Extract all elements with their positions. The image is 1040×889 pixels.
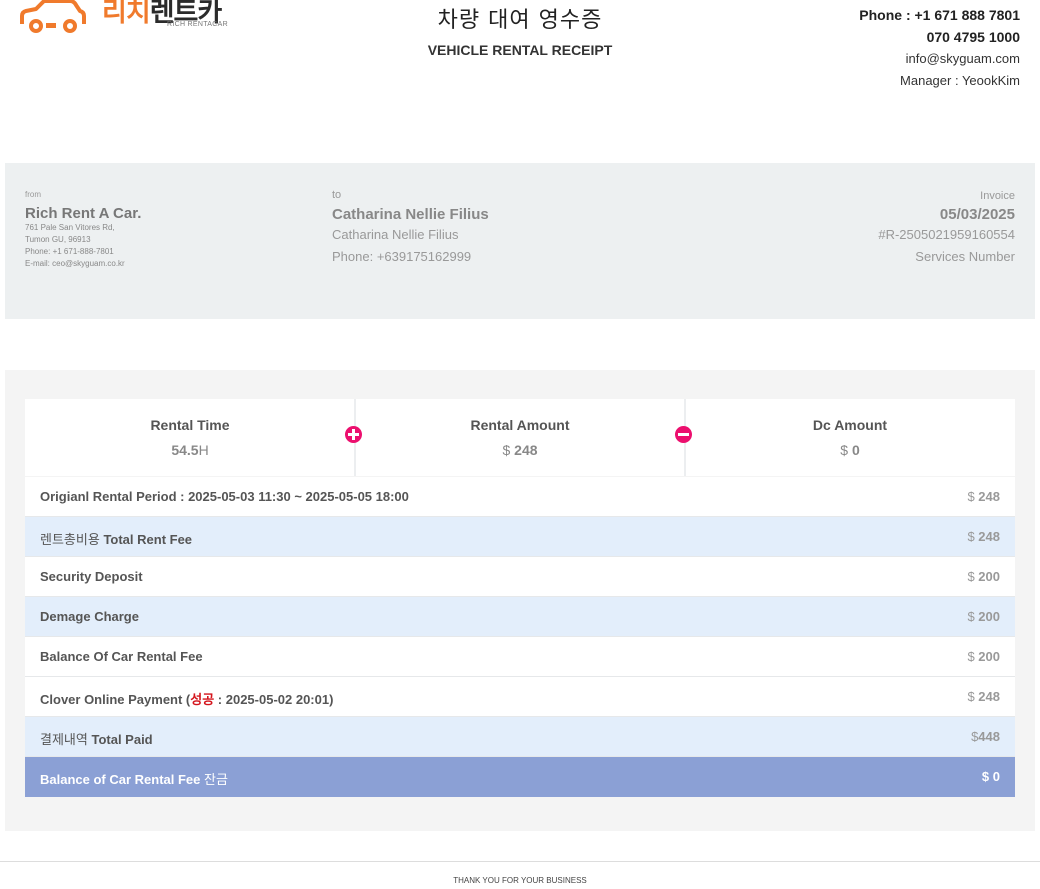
stat-label: Rental Amount: [470, 417, 570, 433]
row-amount: $ 0: [982, 769, 1000, 784]
company-logo: 리치렌트카 RICH RENTACAR: [18, 0, 238, 44]
stat-value-number: 0: [851, 442, 860, 458]
receipt-header: 리치렌트카 RICH RENTACAR 차량 대여 영수증 VEHICLE RE…: [0, 0, 1040, 120]
row-balance-due: Balance of Car Rental Fee 잔금 $ 0: [25, 757, 1015, 797]
stat-value-number: 54.5: [171, 442, 199, 458]
row-label-korean: 렌트총비용: [40, 533, 100, 548]
row-amount-number: 248: [978, 489, 1000, 504]
stat-dc-amount: Dc Amount $ 0: [685, 399, 1015, 476]
row-amount-currency: $: [967, 649, 975, 664]
row-label-korean: 결제내역: [40, 733, 88, 748]
row-label: Balance Of Car Rental Fee: [40, 649, 203, 664]
receipt-summary-panel: Rental Time 54.5H Rental Amount $ 248 Dc…: [5, 370, 1035, 831]
row-security-deposit: Security Deposit $ 200: [25, 557, 1015, 597]
stat-rental-time: Rental Time 54.5H: [25, 399, 355, 476]
stat-value: 54.5H: [25, 442, 355, 458]
row-amount: $ 248: [967, 529, 1000, 544]
payment-status: 성공: [190, 693, 215, 708]
title-korean: 차량 대여 영수증: [437, 8, 603, 33]
row-amount-currency: $: [967, 569, 975, 584]
stat-label: Dc Amount: [812, 417, 888, 433]
row-label: 결제내역 Total Paid: [40, 729, 153, 748]
invoice-label: Invoice: [980, 190, 1015, 202]
stat-value-currency: $: [840, 442, 849, 458]
logo-subtitle: RICH RENTACAR: [167, 21, 228, 28]
line-items: Origianl Rental Period : 2025-05-03 11:3…: [25, 477, 1015, 797]
to-label: to: [332, 189, 342, 201]
row-amount: $ 200: [967, 609, 1000, 624]
row-label: Balance of Car Rental Fee 잔금: [40, 769, 228, 788]
to-block: to Catharina Nellie Filius Catharina Nel…: [332, 189, 489, 267]
row-label-suffix: : 2025-05-02 20:01): [214, 692, 334, 707]
stat-value-currency: $: [502, 442, 511, 458]
contact-phone-2: 070 4795 1000: [926, 29, 1020, 45]
row-amount-currency: $: [967, 489, 975, 504]
row-amount: $ 248: [967, 689, 1000, 704]
row-label: Demage Charge: [40, 609, 139, 624]
row-amount-number: 448: [978, 729, 1000, 744]
to-name-2: Catharina Nellie Filius: [332, 227, 459, 242]
row-label: Clover Online Payment (성공 : 2025-05-02 2…: [40, 689, 333, 708]
to-phone: Phone: +639175162999: [332, 249, 472, 264]
row-label: Origianl Rental Period : 2025-05-03 11:3…: [40, 489, 409, 504]
row-amount-currency: $: [967, 689, 975, 704]
from-phone: Phone: +1 671-888-7801: [25, 247, 114, 256]
row-label-english: Total Rent Fee: [103, 532, 193, 547]
row-amount: $ 200: [967, 649, 1000, 664]
company-contact: Phone : +1 671 888 7801 070 4795 1000 in…: [859, 4, 1020, 92]
invoice-number: #R-2505021959160554: [878, 227, 1015, 242]
row-label-english: Balance of Car Rental Fee: [40, 772, 201, 787]
row-amount-number: 248: [978, 689, 1000, 704]
from-label: from: [25, 190, 41, 199]
stat-value-number: 248: [514, 442, 538, 458]
row-amount-currency: $: [967, 609, 975, 624]
receipt-title: 차량 대여 영수증 VEHICLE RENTAL RECEIPT: [320, 0, 720, 58]
to-name: Catharina Nellie Filius: [332, 206, 489, 223]
from-address-2: Tumon GU, 96913: [25, 235, 91, 244]
row-amount: $448: [971, 729, 1000, 744]
stat-label: Rental Time: [150, 417, 230, 433]
row-amount-currency: $: [981, 769, 990, 784]
row-label: Security Deposit: [40, 569, 143, 584]
row-amount-number: 248: [978, 529, 1000, 544]
invoice-block: Invoice 05/03/2025 #R-2505021959160554 S…: [878, 190, 1015, 267]
row-total-paid: 결제내역 Total Paid $448: [25, 717, 1015, 757]
stat-rental-amount: Rental Amount $ 248: [355, 399, 685, 476]
row-label-english: Total Paid: [91, 732, 153, 747]
row-amount: $ 200: [967, 569, 1000, 584]
row-amount-currency: $: [967, 529, 975, 544]
row-amount-number: 200: [978, 649, 1000, 664]
from-address-1: 761 Pale San Vitores Rd,: [25, 223, 115, 232]
row-damage-charge: Demage Charge $ 200: [25, 597, 1015, 637]
invoice-info-panel: from Rich Rent A Car. 761 Pale San Vitor…: [5, 163, 1035, 319]
title-english: VEHICLE RENTAL RECEIPT: [427, 42, 613, 58]
stat-value: $ 248: [355, 442, 685, 458]
stats-bar: Rental Time 54.5H Rental Amount $ 248 Dc…: [25, 399, 1015, 476]
from-block: from Rich Rent A Car. 761 Pale San Vitor…: [25, 190, 141, 270]
row-label-prefix: Clover Online Payment (: [40, 692, 191, 707]
from-name: Rich Rent A Car.: [25, 205, 142, 222]
footer-divider: [0, 861, 1040, 862]
logo-wordmark-part1: 리치: [102, 0, 151, 28]
invoice-services: Services Number: [915, 249, 1015, 264]
row-label-korean: 잔금: [204, 773, 228, 788]
row-amount-number: 200: [978, 609, 1000, 624]
contact-manager: Manager : YeookKim: [900, 73, 1020, 88]
car-logo-icon: [20, 0, 86, 33]
row-balance-rental-fee: Balance Of Car Rental Fee $ 200: [25, 637, 1015, 677]
contact-phone: Phone : +1 671 888 7801: [859, 7, 1020, 23]
row-amount: $ 248: [967, 489, 1000, 504]
row-online-payment: Clover Online Payment (성공 : 2025-05-02 2…: [25, 677, 1015, 717]
row-total-rent-fee: 렌트총비용 Total Rent Fee $ 248: [25, 517, 1015, 557]
row-label: 렌트총비용 Total Rent Fee: [40, 529, 192, 548]
contact-email: info@skyguam.com: [905, 51, 1020, 66]
row-rental-period: Origianl Rental Period : 2025-05-03 11:3…: [25, 477, 1015, 517]
stat-value: $ 0: [685, 442, 1015, 458]
footer-thank-you: THANK YOU FOR YOUR BUSINESS: [453, 876, 587, 885]
from-email: E-mail: ceo@skyguam.co.kr: [25, 259, 125, 268]
invoice-date: 05/03/2025: [939, 206, 1015, 223]
row-amount-number: 200: [978, 569, 1000, 584]
stat-value-unit: H: [198, 442, 209, 458]
row-amount-number: 0: [992, 769, 1000, 784]
